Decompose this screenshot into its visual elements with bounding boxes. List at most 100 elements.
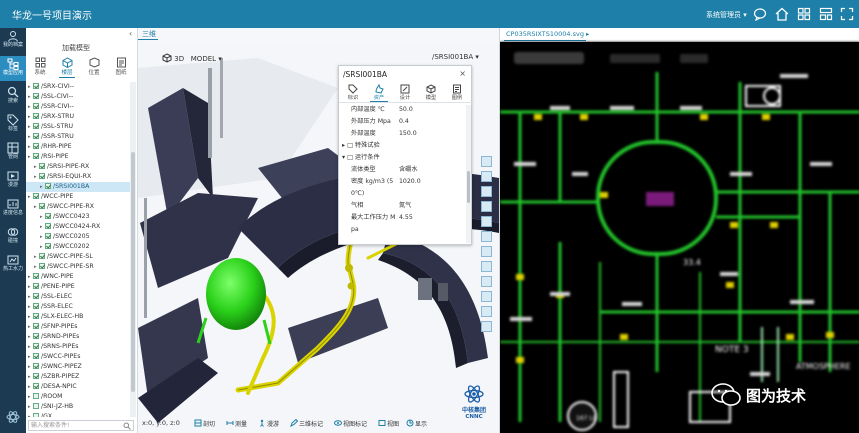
tree-row[interactable]: ▸/SWCC0424-RX xyxy=(26,222,130,232)
side-tool-2[interactable] xyxy=(481,171,492,182)
tree-checkbox[interactable] xyxy=(33,293,39,299)
model-select[interactable]: /SRSI001BA ▾ xyxy=(432,53,479,61)
3d-viewer[interactable]: 三维 3D MODEL ▾ /SRSI001BA ▾ 中核集团 CNNC x:0… xyxy=(138,28,499,433)
side-tool-9[interactable] xyxy=(481,276,492,287)
tree-checkbox[interactable] xyxy=(33,403,39,409)
pid-diagram[interactable]: NOTE 3 ATMOSPHERE 33.4 167 LG xyxy=(500,42,859,433)
tree-checkbox[interactable] xyxy=(45,243,51,249)
tree-checkbox[interactable] xyxy=(39,203,45,209)
tree-row[interactable]: ▸/SFNP-PIPEs xyxy=(26,322,130,332)
side-tool-3[interactable] xyxy=(481,186,492,197)
pid-drawing[interactable]: NOTE 3 ATMOSPHERE 33.4 167 LG xyxy=(500,42,859,433)
tree-row[interactable]: ▸/SNI-JZ-HB xyxy=(26,402,130,412)
tree-checkbox[interactable] xyxy=(33,123,39,129)
nav-thermal[interactable]: 热工水力 xyxy=(0,252,26,277)
tree-checkbox[interactable] xyxy=(33,383,39,389)
tree-checkbox[interactable] xyxy=(33,283,39,289)
ptab-identity[interactable]: 标识 xyxy=(341,83,365,102)
tree-checkbox[interactable] xyxy=(39,253,45,259)
tree-checkbox[interactable] xyxy=(33,303,39,309)
tree-row[interactable]: ▸/GX xyxy=(26,412,130,417)
tree-row[interactable]: ▸/DESA-NPIC xyxy=(26,382,130,392)
home-icon[interactable] xyxy=(774,6,790,22)
side-tool-5[interactable] xyxy=(481,216,492,227)
mode-select[interactable]: MODEL ▾ xyxy=(191,55,222,63)
nav-profile[interactable]: 我的档案 xyxy=(0,28,26,53)
collapse-panel-button[interactable]: ‹ xyxy=(129,29,132,38)
tree-search-input[interactable]: 输入搜索条件! xyxy=(28,420,134,431)
tree-row[interactable]: ▸/SWCC-PIPE-RX xyxy=(26,202,130,212)
tree-row[interactable]: ▸/SSR-ELEC xyxy=(26,302,130,312)
tree-checkbox[interactable] xyxy=(33,113,39,119)
tool-view[interactable]: 视图 xyxy=(378,419,399,431)
tree-row[interactable]: ▸/RHR-PIPE xyxy=(26,142,130,152)
tool-display[interactable]: 显示 xyxy=(406,419,427,431)
side-tool-10[interactable] xyxy=(481,291,492,302)
tree-checkbox[interactable] xyxy=(45,233,51,239)
close-icon[interactable]: × xyxy=(459,69,466,78)
side-tool-11[interactable] xyxy=(481,306,492,317)
tree-checkbox[interactable] xyxy=(39,263,45,269)
tree-checkbox[interactable] xyxy=(33,363,39,369)
tree-row[interactable]: ▸/SWCC0423 xyxy=(26,212,130,222)
tree-row[interactable]: ▸/SSR-STRU xyxy=(26,132,130,142)
tree-row[interactable]: ▸/SLX-ELEC-HB xyxy=(26,312,130,322)
tree-checkbox[interactable] xyxy=(33,103,39,109)
tree-row[interactable]: ▸/SRX-CIVI-- xyxy=(26,82,130,92)
tool-walk[interactable]: 漫游 xyxy=(258,419,279,431)
grid-icon[interactable] xyxy=(796,6,812,22)
tree-row[interactable]: ▸/SZBR-PIPEZ xyxy=(26,372,130,382)
tree-row[interactable]: ▸/SRSI001BA xyxy=(26,182,130,192)
cube-icon[interactable] xyxy=(162,53,172,63)
tree-checkbox[interactable] xyxy=(33,153,39,159)
ptab-legend[interactable]: 图例 xyxy=(445,83,469,102)
tree-checkbox[interactable] xyxy=(33,333,39,339)
tab-system[interactable]: 系统 xyxy=(28,56,52,78)
property-scrollbar[interactable] xyxy=(466,105,471,243)
tree-row[interactable]: ▸/SSL-ELEC xyxy=(26,292,130,302)
ptab-model[interactable]: 模型 xyxy=(419,83,443,102)
side-tool-6[interactable] xyxy=(481,231,492,242)
tool-3d-mark[interactable]: 三维标记 xyxy=(290,419,323,431)
tree-checkbox[interactable] xyxy=(33,193,39,199)
tree-row[interactable]: ▸/WCC-PIPE xyxy=(26,192,130,202)
ptab-asset[interactable]: 资产 xyxy=(367,83,391,102)
tree-row[interactable]: ▸/SWCC0205 xyxy=(26,232,130,242)
nav-progress[interactable]: 进度信息 xyxy=(0,196,26,221)
tool-view-mark[interactable]: 视图标记 xyxy=(334,419,367,431)
nav-tag[interactable]: 标签 xyxy=(0,112,26,137)
tree-row[interactable]: ▸/SRNS-PIPEs xyxy=(26,342,130,352)
layout-icon[interactable] xyxy=(818,6,834,22)
tree-row[interactable]: ▸/WNC-PIPE xyxy=(26,272,130,282)
tree-checkbox[interactable] xyxy=(33,143,39,149)
property-section[interactable]: ▸ □ 特殊试验 xyxy=(339,141,465,151)
tree-checkbox[interactable] xyxy=(39,173,45,179)
tree-row[interactable]: ▸/SRSI-PIPE-RX xyxy=(26,162,130,172)
tab-drawing[interactable]: 图纸 xyxy=(109,56,133,78)
side-tool-4[interactable] xyxy=(481,201,492,212)
chat-icon[interactable] xyxy=(752,6,768,22)
diagram-tab[interactable]: CP035RSIXTS10004.svg ▸ xyxy=(506,30,589,38)
tree-row[interactable]: ▸/PENE-PIPE xyxy=(26,282,130,292)
tree-checkbox[interactable] xyxy=(33,83,39,89)
tree-row[interactable]: ▸/RSI-PIPE xyxy=(26,152,130,162)
tree-row[interactable]: ▸/SWCC-PIPE-SR xyxy=(26,262,130,272)
tool-measure[interactable]: 测量 xyxy=(226,419,247,431)
side-tool-8[interactable] xyxy=(481,261,492,272)
nav-model[interactable]: 模型应用 xyxy=(0,56,26,81)
user-menu[interactable]: 系统管理员 ▾ xyxy=(706,10,747,20)
tree-checkbox[interactable] xyxy=(33,393,39,399)
viewer-tab[interactable]: 三维 xyxy=(142,29,156,39)
side-tool-7[interactable] xyxy=(481,246,492,257)
property-section[interactable]: ▾ □ 运行条件 xyxy=(339,153,465,163)
tree-checkbox[interactable] xyxy=(45,223,51,229)
tree-checkbox[interactable] xyxy=(33,353,39,359)
fullscreen-icon[interactable] xyxy=(839,6,855,22)
tool-section[interactable]: 剖切 xyxy=(194,419,215,431)
tree-row[interactable]: ▸/SRND-PIPEs xyxy=(26,332,130,342)
nav-search[interactable]: 搜索 xyxy=(0,84,26,109)
tree-row[interactable]: ▸/SRX-STRU xyxy=(26,112,130,122)
tree-checkbox[interactable] xyxy=(33,323,39,329)
side-tool-1[interactable] xyxy=(481,156,492,167)
tree-scrollbar[interactable] xyxy=(130,82,136,417)
